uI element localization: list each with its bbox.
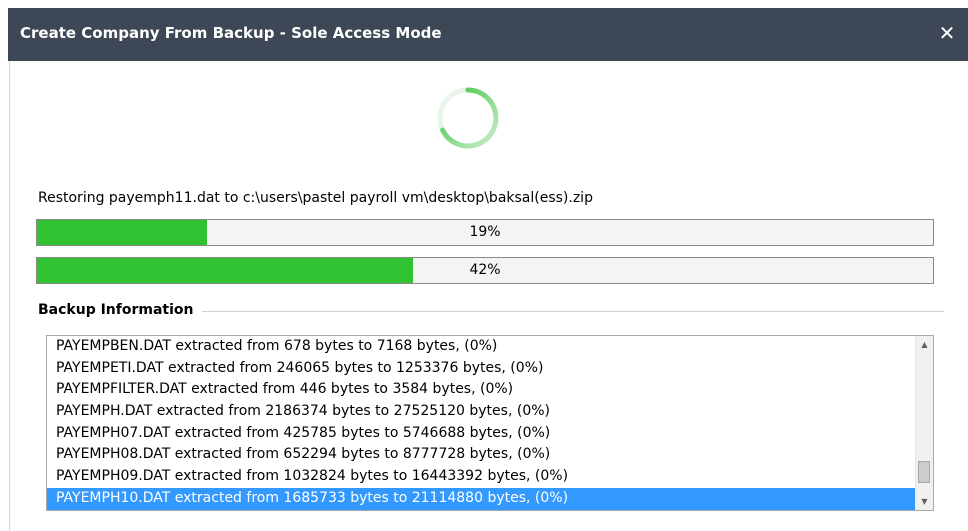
list-item[interactable]: PAYEMPH09.DAT extracted from 1032824 byt…: [47, 466, 916, 488]
list-item[interactable]: PAYEMPBEN.DAT extracted from 678 bytes t…: [47, 336, 916, 358]
title-bar: Create Company From Backup - Sole Access…: [0, 0, 968, 68]
list-item[interactable]: PAYEMPETI.DAT extracted from 246065 byte…: [47, 358, 916, 380]
progress-bar-secondary: 42%: [36, 257, 934, 284]
loading-spinner-icon: [437, 87, 499, 149]
list-item[interactable]: PAYEMPH.DAT extracted from 2186374 bytes…: [47, 401, 916, 423]
list-item[interactable]: PAYEMPFILTER.DAT extracted from 446 byte…: [47, 379, 916, 401]
backup-information-list[interactable]: PAYEMPBEN.DAT extracted from 678 bytes t…: [46, 335, 934, 511]
list-item[interactable]: PAYEMPH08.DAT extracted from 652294 byte…: [47, 444, 916, 466]
section-divider: [200, 311, 944, 312]
scrollbar-thumb[interactable]: [918, 461, 930, 483]
list-item[interactable]: PAYEMPH07.DAT extracted from 425785 byte…: [47, 423, 916, 445]
scroll-up-arrow-icon[interactable]: ▲: [916, 336, 933, 353]
scroll-down-arrow-icon[interactable]: ▼: [916, 493, 933, 510]
window-title: Create Company From Backup - Sole Access…: [20, 24, 442, 42]
list-item[interactable]: PAYEMPH10.DAT extracted from 1685733 byt…: [47, 487, 916, 510]
progress-percent-primary: 19%: [469, 224, 501, 240]
progress-bar-primary: 19%: [36, 219, 934, 246]
progress-percent-secondary: 42%: [469, 262, 501, 278]
close-icon[interactable]: ✕: [936, 22, 958, 44]
dialog-body: Restoring payemph11.dat to c:\users\past…: [9, 61, 968, 531]
list-items-container: PAYEMPBEN.DAT extracted from 678 bytes t…: [47, 336, 916, 510]
vertical-scrollbar[interactable]: ▲ ▼: [915, 336, 933, 510]
restore-status-text: Restoring payemph11.dat to c:\users\past…: [38, 190, 593, 206]
backup-information-heading: Backup Information: [38, 302, 202, 318]
